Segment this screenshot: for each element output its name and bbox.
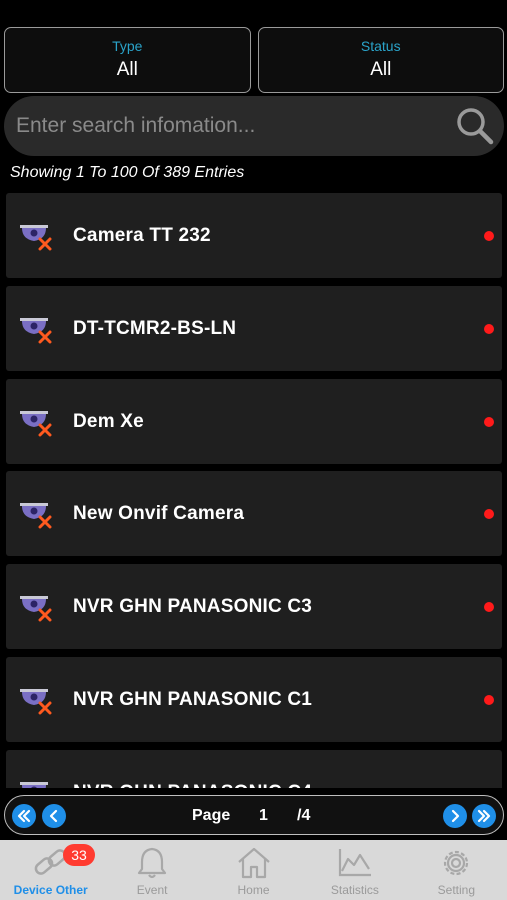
search-icon xyxy=(457,108,494,145)
double-chevron-right-icon xyxy=(477,809,491,823)
search-button[interactable] xyxy=(454,105,496,147)
last-page-button[interactable] xyxy=(472,804,496,828)
device-item[interactable]: NVR GHN PANASONIC C1 xyxy=(6,657,502,742)
tab-device-other[interactable]: 33 Device Other xyxy=(0,840,101,900)
filter-bar: Type All Status All xyxy=(4,27,504,93)
search-input[interactable] xyxy=(16,96,436,156)
camera-offline-icon xyxy=(18,314,54,344)
prev-page-button[interactable] xyxy=(42,804,66,828)
chevron-right-icon xyxy=(451,809,460,823)
device-item[interactable]: Camera TT 232 xyxy=(6,193,502,278)
status-dot xyxy=(484,602,494,612)
status-dot xyxy=(484,695,494,705)
status-dot xyxy=(484,231,494,241)
pagination-bar: Page 1 /4 xyxy=(4,795,504,835)
entries-summary: Showing 1 To 100 Of 389 Entries xyxy=(10,164,245,181)
device-name: NVR GHN PANASONIC C3 xyxy=(73,596,313,617)
device-item[interactable]: Dem Xe xyxy=(6,379,502,464)
status-dot xyxy=(484,509,494,519)
status-dot xyxy=(484,324,494,334)
device-item[interactable]: New Onvif Camera xyxy=(6,471,502,556)
tab-event[interactable]: Event xyxy=(101,840,202,900)
tab-label: Setting xyxy=(437,883,475,897)
chart-icon xyxy=(338,849,371,877)
device-name: DT-TCMR2-BS-LN xyxy=(73,318,237,339)
notification-badge: 33 xyxy=(63,844,95,866)
tab-label: Statistics xyxy=(330,883,379,897)
device-name: Dem Xe xyxy=(73,411,144,432)
double-chevron-left-icon xyxy=(17,809,31,823)
device-item[interactable]: NVR GHN PANASONIC C3 xyxy=(6,564,502,649)
tab-home[interactable]: Home xyxy=(203,840,304,900)
tab-label: Device Other xyxy=(13,883,88,897)
status-dot xyxy=(484,417,494,427)
type-filter[interactable]: Type All xyxy=(4,27,251,93)
status-filter-value: All xyxy=(370,59,392,80)
device-name: NVR GHN PANASONIC C1 xyxy=(73,689,313,710)
bell-icon xyxy=(138,847,167,879)
tab-statistics[interactable]: Statistics xyxy=(304,840,405,900)
tab-bar: 33 Device Other Event Home Statistics Se… xyxy=(0,840,507,900)
camera-offline-icon xyxy=(18,221,54,251)
search-bar xyxy=(4,96,504,156)
status-filter[interactable]: Status All xyxy=(257,27,504,93)
status-filter-label: Status xyxy=(360,38,401,54)
current-page[interactable]: 1 xyxy=(259,807,268,825)
page-label: Page xyxy=(192,807,231,824)
camera-offline-icon xyxy=(18,407,54,437)
tab-label: Event xyxy=(136,883,168,897)
tab-setting[interactable]: Setting xyxy=(406,840,507,900)
gear-icon xyxy=(444,850,469,876)
device-list[interactable]: Camera TT 232 DT-TCMR2-BS-LN Dem Xe New … xyxy=(0,192,507,788)
first-page-button[interactable] xyxy=(12,804,36,828)
home-icon xyxy=(237,847,270,879)
camera-offline-icon xyxy=(18,592,54,622)
total-pages: /4 xyxy=(297,807,311,824)
camera-offline-icon xyxy=(18,685,54,715)
device-item[interactable]: DT-TCMR2-BS-LN xyxy=(6,286,502,371)
camera-offline-icon xyxy=(18,778,54,788)
camera-offline-icon xyxy=(18,499,54,529)
type-filter-value: All xyxy=(116,59,138,80)
device-name: New Onvif Camera xyxy=(73,503,245,524)
device-item[interactable]: NVR GHN PANASONIC C4 xyxy=(6,750,502,788)
chevron-left-icon xyxy=(49,809,58,823)
type-filter-label: Type xyxy=(112,38,143,54)
tab-label: Home xyxy=(237,883,270,897)
device-name: Camera TT 232 xyxy=(73,225,211,246)
next-page-button[interactable] xyxy=(443,804,467,828)
device-name: NVR GHN PANASONIC C4 xyxy=(73,750,312,788)
